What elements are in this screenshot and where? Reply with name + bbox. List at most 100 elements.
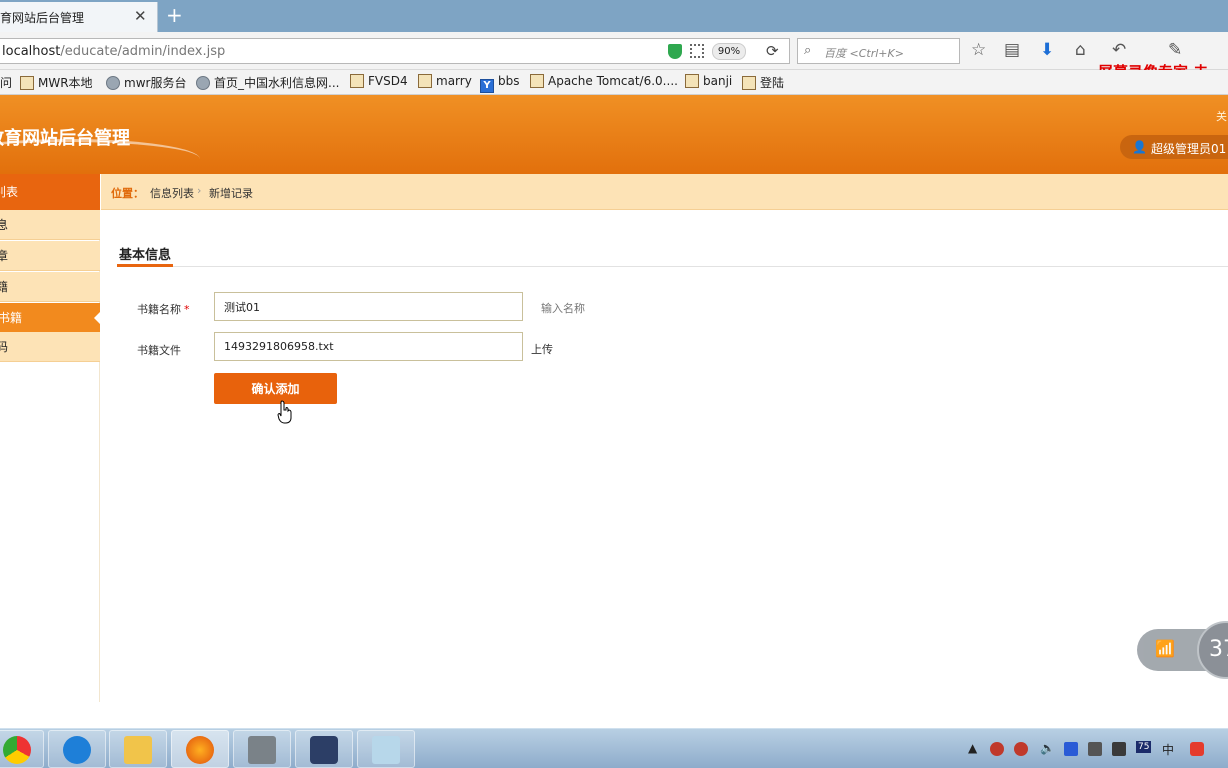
- section-underline: [117, 264, 173, 267]
- notepad-icon: [372, 736, 400, 764]
- search-placeholder: 百度 <Ctrl+K>: [824, 47, 904, 60]
- wifi-off-icon: 📶: [1155, 639, 1175, 658]
- yahoo-icon: Y: [480, 79, 494, 93]
- bookmark-item[interactable]: 问: [0, 74, 12, 91]
- network-widget[interactable]: 📶 37: [1137, 621, 1228, 679]
- section-title: 基本信息: [119, 248, 172, 263]
- user-badge[interactable]: 👤 超级管理员01: [1120, 135, 1228, 159]
- book-file-input[interactable]: [214, 332, 523, 361]
- notes-app[interactable]: [357, 730, 415, 768]
- globe-icon: [196, 76, 210, 90]
- home-icon[interactable]: ⌂: [1075, 40, 1086, 60]
- bookmark-icon: [20, 76, 34, 90]
- new-tab-icon[interactable]: +: [166, 3, 183, 27]
- search-icon: ⌕: [804, 43, 812, 58]
- site-title: 教育网站后台管理: [0, 128, 130, 149]
- zoom-level[interactable]: 90%: [712, 43, 746, 60]
- eclipse-app[interactable]: [295, 730, 353, 768]
- bookmark-icon: [530, 74, 544, 88]
- bookmark-item[interactable]: mwr服务台: [106, 74, 186, 91]
- book-name-input[interactable]: [214, 292, 523, 321]
- ie-app[interactable]: [48, 730, 106, 768]
- breadcrumb-separator: ›: [197, 184, 202, 197]
- upload-link[interactable]: 上传: [531, 341, 553, 357]
- bookmarks-bar: 问 MWR本地 mwr服务台 首页_中国水利信息网... FVSD4 marry…: [0, 70, 1228, 95]
- app-header: 教育网站后台管理 关 👤 超级管理员01: [0, 95, 1228, 174]
- network-icon[interactable]: [1112, 742, 1126, 756]
- firefox-icon: [186, 736, 214, 764]
- breadcrumb-label: 位置：: [111, 187, 144, 200]
- user-name: 超级管理员01: [1151, 142, 1227, 156]
- reload-icon[interactable]: ⟳: [766, 42, 779, 60]
- taskbar: ▲ 🔈 75 中: [0, 728, 1228, 768]
- tray-app-icon[interactable]: [1088, 742, 1102, 756]
- ie-icon: [63, 736, 91, 764]
- ime-indicator[interactable]: 中: [1162, 741, 1174, 758]
- sogou-icon[interactable]: [1190, 742, 1204, 756]
- book-file-label: 书籍文件: [137, 344, 181, 357]
- search-input[interactable]: ⌕ 百度 <Ctrl+K>: [797, 38, 960, 64]
- bookmark-icon: [685, 74, 699, 88]
- confirm-add-button[interactable]: 确认添加: [214, 373, 337, 404]
- close-link[interactable]: 关: [1216, 108, 1227, 124]
- url-host: localhost: [2, 44, 61, 59]
- globe-icon: [106, 76, 120, 90]
- browser-tab[interactable]: 育网站后台管理 ✕: [0, 2, 158, 32]
- sidebar-item-active[interactable]: 书籍: [0, 303, 100, 333]
- bookmark-item[interactable]: MWR本地: [20, 74, 93, 91]
- main-content: 基本信息 书籍名称* 输入名称 书籍文件 上传 确认添加: [101, 210, 1228, 702]
- chrome-icon: [3, 736, 31, 764]
- undo-icon[interactable]: ↶: [1112, 40, 1126, 60]
- address-bar[interactable]: localhost/educate/admin/index.jsp 90% ⟳: [0, 38, 790, 64]
- chrome-app[interactable]: [0, 730, 44, 768]
- sidebar-header[interactable]: 别表: [0, 174, 100, 210]
- widget-number: 37: [1197, 621, 1228, 679]
- star-icon[interactable]: ☆: [971, 40, 986, 60]
- download-icon[interactable]: ⬇: [1040, 40, 1054, 60]
- close-tab-icon[interactable]: ✕: [134, 7, 147, 25]
- firefox-app[interactable]: [171, 730, 229, 768]
- breadcrumb: 位置： 信息列表 › 新增记录: [101, 174, 1228, 210]
- url-text: localhost/educate/admin/index.jsp: [2, 44, 225, 59]
- required-mark: *: [184, 303, 190, 316]
- sidebar-item[interactable]: 码: [0, 332, 100, 362]
- recorder-app[interactable]: [233, 730, 291, 768]
- tab-title: 育网站后台管理: [0, 11, 85, 25]
- tools-icon[interactable]: ✎: [1168, 40, 1182, 60]
- bookmark-item[interactable]: marry: [418, 74, 472, 88]
- tray-expand-icon[interactable]: ▲: [968, 741, 977, 755]
- bookmark-icon: [418, 74, 432, 88]
- url-path: /educate/admin/index.jsp: [60, 44, 226, 59]
- sidebar-item[interactable]: 章: [0, 241, 100, 271]
- tray-app-icon[interactable]: [1064, 742, 1078, 756]
- sidebar-item[interactable]: 籍: [0, 272, 100, 302]
- browser-tab-bar: 育网站后台管理 ✕ +: [0, 0, 1228, 32]
- explorer-app[interactable]: [109, 730, 167, 768]
- qr-code-icon[interactable]: [690, 44, 704, 58]
- shield-icon[interactable]: [668, 44, 682, 59]
- volume-icon[interactable]: 🔈: [1040, 741, 1055, 755]
- reading-list-icon[interactable]: ▤: [1004, 40, 1020, 60]
- book-name-label: 书籍名称 *: [137, 303, 190, 316]
- sidebar: 别表 息 章 籍 书籍 码: [0, 174, 100, 702]
- bookmark-icon: [350, 74, 364, 88]
- tray-app-icon[interactable]: [990, 742, 1004, 756]
- bookmark-item[interactable]: 首页_中国水利信息网...: [196, 74, 339, 91]
- app-8-icon: [310, 736, 338, 764]
- breadcrumb-item-current: 新增记录: [209, 187, 253, 200]
- folder-icon: [124, 736, 152, 764]
- tray-number-badge[interactable]: 75: [1136, 741, 1152, 753]
- bookmark-item[interactable]: Apache Tomcat/6.0....: [530, 74, 678, 88]
- sidebar-item[interactable]: 息: [0, 210, 100, 240]
- browser-nav-bar: localhost/educate/admin/index.jsp 90% ⟳ …: [0, 32, 1228, 81]
- tray-app-icon[interactable]: [1014, 742, 1028, 756]
- bookmark-icon: [742, 76, 756, 90]
- bookmark-item[interactable]: FVSD4: [350, 74, 408, 88]
- bookmark-item[interactable]: banji: [685, 74, 732, 88]
- user-icon: 👤: [1132, 140, 1147, 154]
- bookmark-item[interactable]: Ybbs: [480, 74, 520, 93]
- bookmark-item[interactable]: 登陆: [742, 74, 784, 91]
- recorder-icon: [248, 736, 276, 764]
- section-divider: [117, 266, 1228, 267]
- breadcrumb-item-list[interactable]: 信息列表: [150, 185, 194, 201]
